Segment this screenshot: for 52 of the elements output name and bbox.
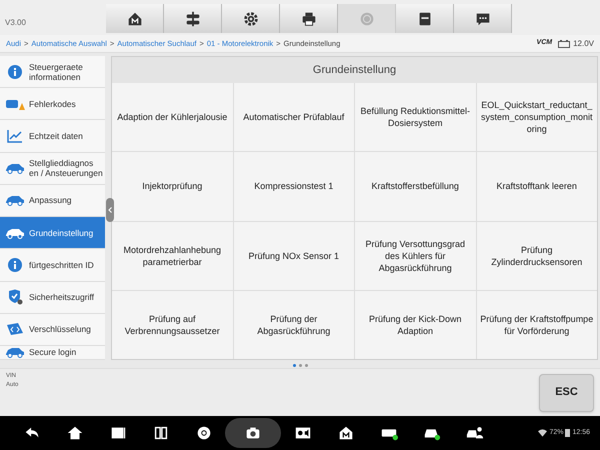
- home-icon: [336, 424, 354, 442]
- collapse-handle[interactable]: [106, 198, 114, 222]
- printer-icon: [300, 10, 318, 28]
- sidebar-item[interactable]: Grundeinstellung: [0, 217, 105, 250]
- esc-button[interactable]: ESC: [539, 374, 594, 412]
- car-icon: [5, 346, 25, 358]
- version-label: V3.00: [5, 17, 26, 29]
- function-button[interactable]: Kompressionstest 1: [234, 152, 354, 220]
- line-chart-icon: [7, 129, 23, 144]
- toolbar-button[interactable]: [454, 4, 512, 33]
- battery-icon: [558, 40, 570, 48]
- voltage-reading: 12.0V: [573, 38, 594, 50]
- car-icon: [5, 162, 25, 174]
- function-button[interactable]: Automatischer Prüfablauf: [234, 83, 354, 152]
- function-button[interactable]: EOL_Quickstart_reductant_system_consumption_monitoring: [476, 83, 597, 152]
- code-tag-icon: [6, 322, 24, 336]
- function-button[interactable]: Prüfung auf Verbrennungsaussetzer: [112, 290, 232, 359]
- help-icon: [358, 10, 376, 28]
- function-button[interactable]: Kraftstofferstbefüllung: [355, 152, 476, 220]
- function-button[interactable]: Prüfung Zylinderdrucksensoren: [476, 222, 597, 290]
- function-button[interactable]: Prüfung der Kick-Down Adaption: [355, 290, 476, 359]
- toolbar-button[interactable]: [164, 4, 222, 33]
- browser-icon: [194, 424, 212, 442]
- toolbar-button[interactable]: [106, 4, 164, 33]
- nav-button[interactable]: [225, 418, 281, 448]
- chevron-left-icon: [108, 207, 112, 213]
- panel-title: Grundeinstellung: [112, 57, 597, 83]
- car-icon: [5, 226, 25, 239]
- sidebar-item[interactable]: Sicherheitszugriff: [0, 282, 105, 314]
- vehicle-lift-icon: [184, 10, 202, 28]
- function-button[interactable]: Motordrehzahlanhebung parametrierbar: [112, 222, 232, 290]
- function-button[interactable]: Adaption der Kühlerjalousie: [112, 83, 232, 152]
- sidebar-item[interactable]: Stellglieddiagnos en / Ansteuerungen: [0, 152, 105, 185]
- function-button[interactable]: Kraftstofftank leeren: [476, 152, 597, 220]
- wifi-icon: [538, 429, 548, 437]
- car-icon: [5, 194, 25, 206]
- sidebar-item[interactable]: Secure login: [0, 346, 105, 360]
- function-button[interactable]: Prüfung NOx Sensor 1: [234, 222, 354, 290]
- settings-icon: [242, 10, 260, 28]
- info-icon: [7, 256, 23, 273]
- info-icon: [7, 64, 23, 80]
- function-button[interactable]: Prüfung der Abgasrückführung: [234, 290, 354, 359]
- battery-icon: [565, 429, 570, 437]
- toolbar-button[interactable]: [222, 4, 280, 33]
- toolbar-button[interactable]: [280, 4, 338, 33]
- function-button[interactable]: Prüfung Versottungsgrad des Kühlers für Abgasrückführung: [355, 222, 476, 290]
- home-icon: [66, 424, 84, 442]
- function-button[interactable]: Injektorprüfung: [112, 152, 232, 220]
- toolbar-button[interactable]: [396, 4, 454, 33]
- function-button[interactable]: Prüfung der Kraftstoffpumpe für Vorförderung: [476, 290, 597, 359]
- shield-gear-icon: [7, 289, 23, 306]
- function-button[interactable]: Befüllung Reduktionsmittel-Dosiersystem: [355, 83, 476, 152]
